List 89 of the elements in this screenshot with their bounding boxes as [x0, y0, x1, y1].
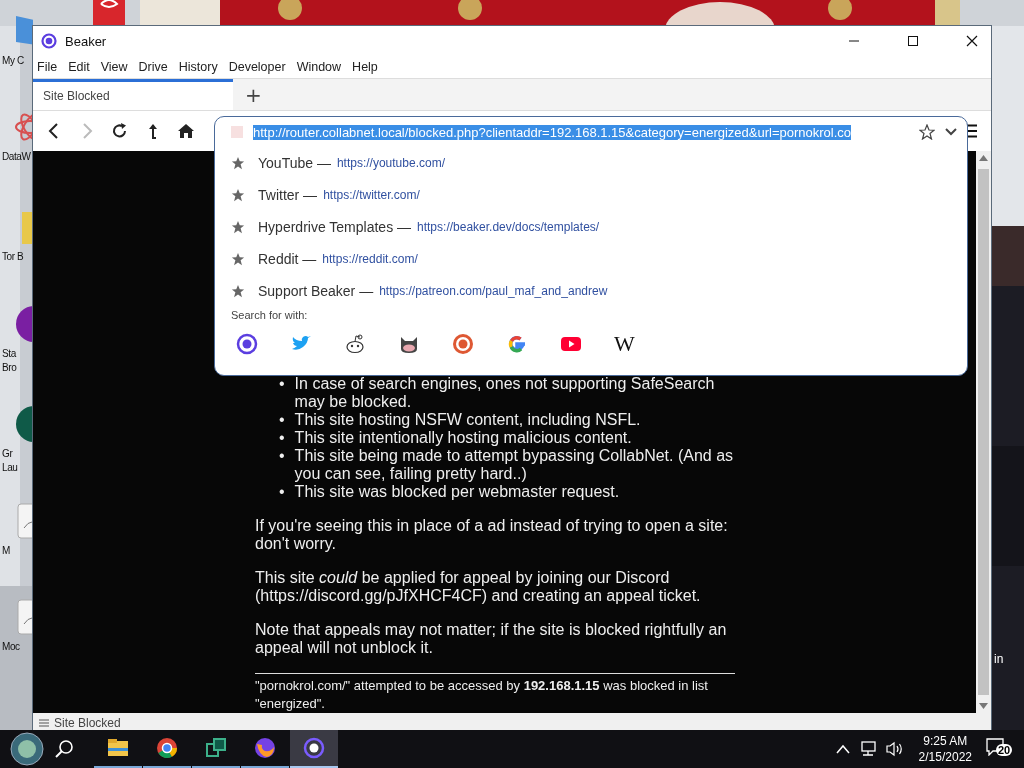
- scrollbar[interactable]: [976, 151, 991, 713]
- star-icon: [231, 156, 245, 170]
- star-icon: [231, 252, 245, 266]
- list-item: This site hosting NSFW content, including NSFL.: [294, 411, 641, 429]
- chevron-up-icon[interactable]: [835, 744, 850, 754]
- close-icon[interactable]: [966, 35, 978, 47]
- desktop-icon-label: Gr: [2, 447, 13, 461]
- suggestion-title: Support Beaker —: [258, 283, 374, 299]
- menu-item[interactable]: Window: [296, 60, 342, 74]
- paragraph: Note that appeals may not matter; if the site is blocked rightfully an appeal will not unblock it.: [255, 621, 728, 657]
- menu-item[interactable]: Drive: [138, 60, 168, 74]
- menu-item[interactable]: History: [178, 60, 218, 74]
- alien-icon[interactable]: [344, 333, 366, 355]
- list-item: In case of search engines, ones not supporting SafeSearch may be blocked.: [294, 375, 716, 411]
- bullet: •: [279, 483, 285, 501]
- scrollbar-thumb[interactable]: [978, 169, 989, 695]
- suggestion-title: Reddit —: [258, 251, 317, 267]
- star-icon: [231, 220, 245, 234]
- bullet: •: [279, 411, 285, 429]
- menu-item[interactable]: File: [37, 60, 58, 74]
- star-icon: [231, 284, 245, 298]
- network-icon[interactable]: [858, 741, 877, 757]
- ring-icon[interactable]: [236, 333, 258, 355]
- start-button[interactable]: [10, 732, 44, 766]
- list-item: This site being made to attempt bypassing CollabNet. (And as you can see, failing pretty hard..): [294, 447, 735, 483]
- suggestion-url: https://twitter.com/: [323, 188, 420, 202]
- reload-icon[interactable]: [111, 122, 129, 140]
- bullet: •: [279, 429, 285, 447]
- firefox-icon: [253, 736, 277, 760]
- list-item: This site was blocked per webmaster request.: [294, 483, 620, 501]
- menu-item[interactable]: Help: [352, 60, 378, 74]
- search-label: Search for with:: [231, 309, 309, 321]
- desktop-icon-label: My C: [2, 54, 24, 68]
- suggestion-url: https://patreon.com/paul_maf_and_andrew: [379, 284, 608, 298]
- volume-icon[interactable]: [885, 741, 904, 757]
- cube-icon: [204, 736, 228, 760]
- desktop-icon-label: Bro: [2, 361, 17, 375]
- suggestion-item[interactable]: YouTube — https://youtube.com/: [231, 147, 957, 179]
- suggestion-title: Twitter —: [258, 187, 318, 203]
- browser-tab[interactable]: Site Blocked: [33, 79, 233, 110]
- paragraph: This site could be applied for appeal by joining our Discord (https://discord.gg/pJfXHCF4CF) and creating an appeal ticket.: [255, 569, 702, 605]
- list-item: This site intentionally hosting malicious content.: [294, 429, 632, 447]
- home-icon[interactable]: [177, 122, 195, 140]
- suggestion-url: https://reddit.com/: [322, 252, 418, 266]
- desktop-icon-label: M: [2, 544, 10, 558]
- desktop-icon-label: Moc: [2, 640, 20, 654]
- suggestion-url: https://beaker.dev/docs/templates/: [417, 220, 600, 234]
- desktop-icon-label: DataW: [2, 150, 31, 164]
- taskbar-app-button[interactable]: [290, 730, 338, 768]
- star-icon[interactable]: [919, 124, 935, 140]
- footer-note: "pornokrol.com/" attempted to be accessed by 192.168.1.15 was blocked in list "energized".: [255, 677, 709, 713]
- notification-count: 20: [996, 744, 1013, 756]
- status-text: Site Blocked: [54, 715, 121, 730]
- suggestion-title: YouTube —: [258, 155, 331, 171]
- menu-item[interactable]: Edit: [68, 60, 90, 74]
- desktop-icon-label: Sta: [2, 347, 16, 361]
- beaker-logo-icon: [41, 33, 57, 49]
- suggestion-url: https://youtube.com/: [336, 156, 445, 170]
- favicon-icon: [231, 126, 243, 138]
- desktop-icon-label: Lau: [2, 461, 18, 475]
- star-icon: [231, 188, 245, 202]
- chrome-icon: [155, 736, 179, 760]
- suggestion-item[interactable]: Support Beaker — https://patreon.com/paul_maf_and_andrew: [231, 275, 957, 307]
- suggestion-item[interactable]: Twitter — https://twitter.com/: [231, 179, 957, 211]
- scroll-up-icon[interactable]: [979, 155, 988, 161]
- desktop-app-icon[interactable]: [14, 305, 33, 343]
- ring-icon: [302, 736, 326, 760]
- paragraph: If you're seeing this in place of a ad instead of trying to open a site: don't worry.: [255, 517, 729, 553]
- menu-icon: [39, 718, 49, 727]
- bullet: •: [279, 375, 285, 394]
- search-icon[interactable]: [54, 739, 74, 759]
- menu-item[interactable]: Developer: [228, 60, 286, 74]
- desktop-icon-label: in: [994, 652, 1004, 666]
- clock-date[interactable]: 2/15/2022: [918, 749, 972, 765]
- window-title: Beaker: [65, 33, 107, 49]
- maximize-icon[interactable]: [907, 35, 919, 47]
- bullet: •: [279, 447, 285, 466]
- search-engine-button[interactable]: W: [614, 331, 635, 357]
- g-logo-icon[interactable]: [506, 333, 528, 355]
- new-tab-button[interactable]: +: [233, 79, 274, 110]
- chevron-down-icon[interactable]: [945, 128, 957, 136]
- clock-time[interactable]: 9:25 AM: [923, 733, 968, 749]
- scroll-down-icon[interactable]: [979, 703, 988, 709]
- desktop-icon-label: Tor B: [2, 250, 24, 264]
- suggestion-title: Hyperdrive Templates —: [258, 219, 412, 235]
- suggestion-item[interactable]: Reddit — https://reddit.com/: [231, 243, 957, 275]
- suggestion-item[interactable]: Hyperdrive Templates — https://beaker.dev/docs/templates/: [231, 211, 957, 243]
- desktop-app-icon[interactable]: [14, 405, 33, 443]
- menu-item[interactable]: View: [100, 60, 128, 74]
